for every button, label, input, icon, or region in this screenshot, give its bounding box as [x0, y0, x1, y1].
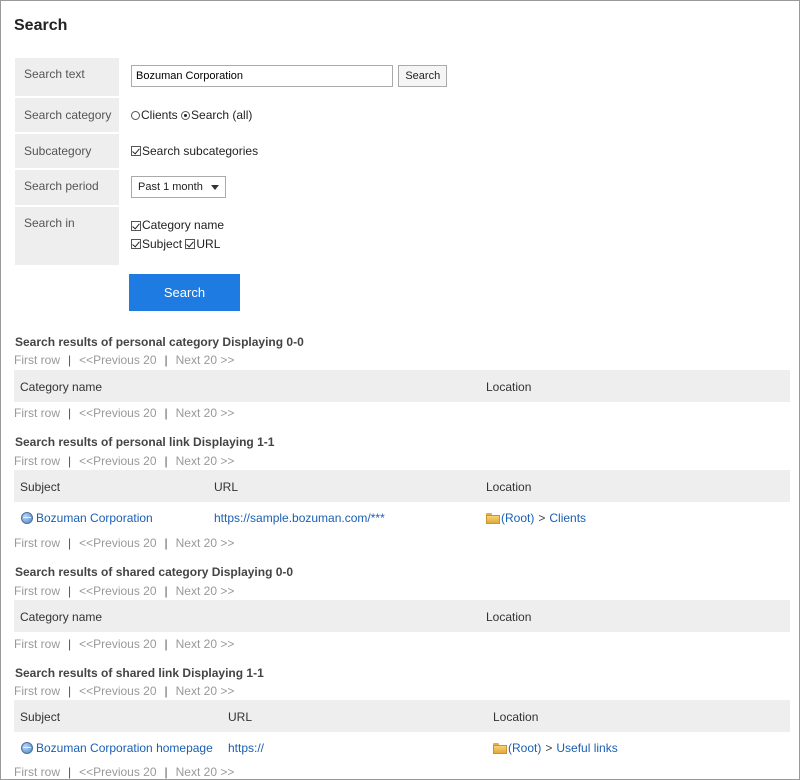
subject-link[interactable]: Bozuman Corporation: [36, 511, 153, 525]
first-row-link[interactable]: First row: [14, 353, 60, 367]
category-radio-all[interactable]: Search (all): [181, 108, 252, 122]
search-form: Search text Search Search category Clien…: [15, 58, 795, 265]
previous-link[interactable]: <<Previous 20: [79, 406, 156, 420]
previous-link[interactable]: <<Previous 20: [79, 684, 156, 698]
col-category-name: Category name: [20, 610, 103, 624]
search-in-url-checkbox[interactable]: URL: [185, 236, 220, 253]
first-row-link[interactable]: First row: [14, 637, 60, 651]
checkbox-checked-icon[interactable]: [131, 239, 141, 249]
search-in-subject-checkbox[interactable]: Subject: [131, 236, 182, 253]
search-category-row: Search category Clients Search (all): [15, 98, 795, 132]
next-link[interactable]: Next 20 >>: [176, 637, 235, 651]
checkbox-checked-icon[interactable]: [185, 239, 196, 249]
location-separator: >: [545, 741, 553, 755]
pager-top-shared-link: First row | <<Previous 20 | Next 20 >>: [14, 684, 235, 698]
url-link[interactable]: https://: [228, 741, 264, 755]
subcategory-row: Subcategory Search subcategories: [15, 134, 795, 168]
globe-icon: [21, 512, 33, 524]
col-category-name: Category name: [20, 380, 103, 394]
search-in-label: Search in: [15, 207, 119, 265]
col-location: Location: [493, 710, 539, 724]
globe-icon: [21, 742, 33, 754]
personal-link-title: Search results of personal link Displayi…: [15, 435, 275, 449]
pager-top-shared-category: First row | <<Previous 20 | Next 20 >>: [14, 584, 235, 598]
subcategory-checkbox[interactable]: Search subcategories: [131, 144, 258, 158]
pager-bottom-shared-link: First row | <<Previous 20 | Next 20 >>: [14, 765, 235, 779]
table-row: Bozuman Corporation homepage https:// (R…: [14, 732, 790, 764]
col-location: Location: [486, 480, 532, 494]
url-link[interactable]: https://sample.bozuman.com/***: [214, 511, 385, 525]
personal-category-title: Search results of personal category Disp…: [15, 335, 304, 349]
search-in-row: Search in Category name Subject URL: [15, 207, 795, 265]
table-row: Bozuman Corporation https://sample.bozum…: [14, 502, 790, 534]
search-period-select[interactable]: Past 1 month: [131, 176, 226, 198]
pager-top-personal-link: First row | <<Previous 20 | Next 20 >>: [14, 454, 235, 468]
table-header: Category name Location: [14, 370, 790, 402]
next-link[interactable]: Next 20 >>: [176, 406, 235, 420]
col-location: Location: [486, 610, 532, 624]
search-text-label: Search text: [15, 58, 119, 96]
page-title: Search: [14, 17, 68, 34]
subject-link[interactable]: Bozuman Corporation homepage: [36, 741, 213, 755]
previous-link[interactable]: <<Previous 20: [79, 584, 156, 598]
previous-link[interactable]: <<Previous 20: [79, 454, 156, 468]
first-row-link[interactable]: First row: [14, 536, 60, 550]
pager-bottom-personal-category: First row | <<Previous 20 | Next 20 >>: [14, 406, 235, 420]
first-row-link[interactable]: First row: [14, 454, 60, 468]
radio-selected-icon[interactable]: [181, 110, 191, 120]
table-header: Subject URL Location: [14, 700, 790, 732]
table-header: Subject URL Location: [14, 470, 790, 502]
search-in-category-name-checkbox[interactable]: Category name: [131, 217, 224, 234]
chevron-down-icon: [211, 184, 219, 190]
first-row-link[interactable]: First row: [14, 406, 60, 420]
first-row-link[interactable]: First row: [14, 584, 60, 598]
col-url: URL: [214, 480, 239, 494]
previous-link[interactable]: <<Previous 20: [79, 536, 156, 550]
search-text-button[interactable]: Search: [398, 65, 448, 87]
next-link[interactable]: Next 20 >>: [176, 684, 235, 698]
pager-bottom-personal-link: First row | <<Previous 20 | Next 20 >>: [14, 536, 235, 550]
next-link[interactable]: Next 20 >>: [176, 584, 235, 598]
next-link[interactable]: Next 20 >>: [176, 765, 235, 779]
next-link[interactable]: Next 20 >>: [176, 353, 235, 367]
previous-link[interactable]: <<Previous 20: [79, 637, 156, 651]
folder-icon: [486, 512, 500, 524]
search-text-row: Search text Search: [15, 58, 795, 96]
previous-link[interactable]: <<Previous 20: [79, 353, 156, 367]
previous-link[interactable]: <<Previous 20: [79, 765, 156, 779]
next-link[interactable]: Next 20 >>: [176, 536, 235, 550]
col-subject: Subject: [20, 710, 61, 724]
checkbox-checked-icon[interactable]: [131, 220, 141, 231]
search-period-row: Search period Past 1 month: [15, 170, 795, 205]
table-header: Category name Location: [14, 600, 790, 632]
pager-top-personal-category: First row | <<Previous 20 | Next 20 >>: [14, 353, 235, 367]
col-location: Location: [486, 380, 532, 394]
first-row-link[interactable]: First row: [14, 684, 60, 698]
search-period-label: Search period: [15, 170, 119, 205]
col-url: URL: [228, 710, 253, 724]
first-row-link[interactable]: First row: [14, 765, 60, 779]
shared-category-title: Search results of shared category Displa…: [15, 565, 294, 579]
location-child-link[interactable]: Useful links: [556, 741, 617, 755]
radio-icon[interactable]: [131, 110, 140, 120]
search-text-input[interactable]: [131, 65, 393, 87]
next-link[interactable]: Next 20 >>: [176, 454, 235, 468]
location-separator: >: [538, 511, 546, 525]
pager-bottom-shared-category: First row | <<Previous 20 | Next 20 >>: [14, 637, 235, 651]
shared-link-title: Search results of shared link Displaying…: [15, 666, 264, 680]
checkbox-checked-icon[interactable]: [131, 146, 141, 156]
location-root-link[interactable]: (Root): [508, 741, 541, 755]
location-root-link[interactable]: (Root): [501, 511, 534, 525]
search-button[interactable]: Search: [129, 274, 240, 311]
category-radio-clients[interactable]: Clients: [131, 108, 178, 122]
subcategory-label: Subcategory: [15, 134, 119, 168]
location-child-link[interactable]: Clients: [549, 511, 586, 525]
folder-icon: [493, 742, 507, 754]
col-subject: Subject: [20, 480, 61, 494]
search-category-label: Search category: [15, 98, 119, 132]
